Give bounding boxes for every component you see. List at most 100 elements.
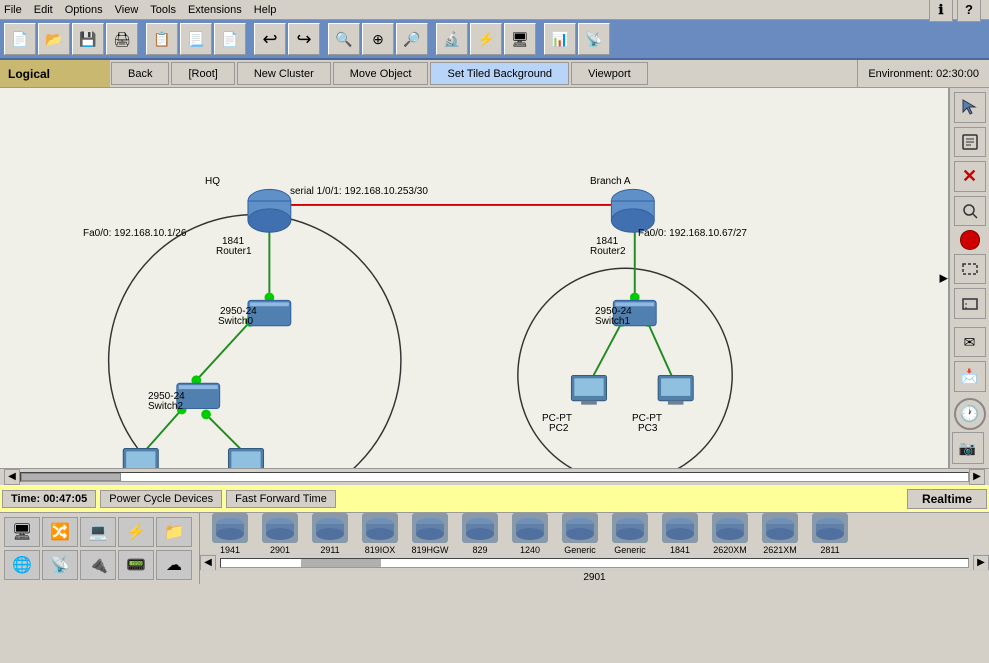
- folder-category[interactable]: 📁: [156, 517, 192, 547]
- device-819hgw-label: 819HGW: [411, 545, 448, 555]
- lightning-category[interactable]: ⚡: [118, 517, 154, 547]
- device-generic1[interactable]: Generic: [558, 513, 602, 554]
- device-2911[interactable]: 2911: [308, 513, 352, 554]
- horizontal-scrollbar[interactable]: ◀ ▶: [0, 468, 989, 484]
- redo-button[interactable]: ↪: [288, 23, 320, 55]
- topology-button[interactable]: 🖥: [504, 23, 536, 55]
- switch-category[interactable]: 🔀: [42, 517, 78, 547]
- delete-tool-button[interactable]: ✕: [954, 161, 986, 192]
- device-generic1-label: Generic: [564, 545, 596, 555]
- device-1240[interactable]: 1240: [508, 513, 552, 554]
- device-829-icon: [462, 513, 498, 543]
- fast-forward-button[interactable]: Fast Forward Time: [226, 490, 336, 508]
- print-button[interactable]: 🖨: [106, 23, 138, 55]
- move-object-button[interactable]: Move Object: [333, 62, 429, 85]
- menu-help[interactable]: Help: [254, 4, 277, 16]
- device-1240-label: 1240: [520, 545, 540, 555]
- help-button[interactable]: ?: [957, 0, 981, 22]
- device-2911-icon: [312, 513, 348, 543]
- device-2901-icon: [262, 513, 298, 543]
- device-829[interactable]: 829: [458, 513, 502, 554]
- cloud-category[interactable]: 🌐: [4, 550, 40, 580]
- note-tool-button[interactable]: [954, 127, 986, 158]
- scroll-right-arrow[interactable]: ▶: [969, 469, 985, 485]
- scroll-right-arrow[interactable]: ▶: [940, 272, 948, 285]
- device-generic2-label: Generic: [614, 545, 646, 555]
- new-cluster-button[interactable]: New Cluster: [237, 62, 331, 85]
- device-2621xm[interactable]: 2621XM: [758, 513, 802, 554]
- statusbar: Time: 00:47:05 Power Cycle Devices Fast …: [0, 484, 989, 512]
- time-display: Time: 00:47:05: [2, 490, 96, 508]
- zoom-out-button[interactable]: 🔎: [396, 23, 428, 55]
- palette-scroll-left[interactable]: ◀: [200, 555, 216, 571]
- device-2621xm-label: 2621XM: [763, 545, 797, 555]
- undo-button[interactable]: ↩: [254, 23, 286, 55]
- custom1-button[interactable]: 📊: [544, 23, 576, 55]
- select-tool-button[interactable]: [954, 92, 986, 123]
- clipboard2-button[interactable]: 📃: [180, 23, 212, 55]
- device-819iox-icon: [362, 513, 398, 543]
- device-2811[interactable]: 2811: [808, 513, 852, 554]
- selected-device-label: 2901: [200, 570, 989, 584]
- new-button[interactable]: 📄: [4, 23, 36, 55]
- bottom-tool-button[interactable]: 📷: [952, 432, 984, 464]
- phone-category[interactable]: 📟: [118, 550, 154, 580]
- magnify-tool-button[interactable]: [954, 196, 986, 227]
- device-2911-label: 2911: [320, 545, 339, 555]
- device-generic2[interactable]: Generic: [608, 513, 652, 554]
- activity-button[interactable]: ⚡: [470, 23, 502, 55]
- cloud2-category[interactable]: ☁: [156, 550, 192, 580]
- wireless-category[interactable]: 📡: [42, 550, 78, 580]
- move-tool-button[interactable]: [954, 288, 986, 319]
- clock-button[interactable]: 🕐: [954, 398, 986, 430]
- menu-options[interactable]: Options: [65, 4, 103, 16]
- palette-scroll-track[interactable]: [220, 558, 969, 568]
- root-button[interactable]: [Root]: [171, 62, 234, 85]
- zoom-in-button[interactable]: 🔍: [328, 23, 360, 55]
- device-819hgw[interactable]: 819HGW: [408, 513, 452, 554]
- menu-view[interactable]: View: [115, 4, 139, 16]
- router-category[interactable]: 🖥: [4, 517, 40, 547]
- power-cycle-button[interactable]: Power Cycle Devices: [100, 490, 222, 508]
- device-819iox-label: 819IOX: [365, 545, 396, 555]
- palette-categories: 🖥 🔀 💻 ⚡ 📁 🌐 📡 🔌 📟 ☁: [0, 513, 200, 584]
- network-diagram: [0, 88, 948, 468]
- menu-file[interactable]: File: [4, 4, 22, 16]
- network-canvas[interactable]: HQ Branch A serial 1/0/1: 192.168.10.253…: [0, 88, 949, 468]
- realtime-label: Realtime: [907, 489, 987, 509]
- back-button[interactable]: Back: [111, 62, 169, 85]
- device-2620xm[interactable]: 2620XM: [708, 513, 752, 554]
- menu-extensions[interactable]: Extensions: [188, 4, 242, 16]
- scroll-track[interactable]: [20, 472, 969, 482]
- palette-scroll-thumb[interactable]: [301, 559, 381, 567]
- device-819iox[interactable]: 819IOX: [358, 513, 402, 554]
- device-list: 1941 2901 2911 819IOX: [200, 513, 989, 554]
- device-1240-icon: [512, 513, 548, 543]
- palette-scroll-right[interactable]: ▶: [973, 555, 989, 571]
- menu-edit[interactable]: Edit: [34, 4, 53, 16]
- inspect-button[interactable]: 🔬: [436, 23, 468, 55]
- info-button[interactable]: ℹ: [929, 0, 953, 22]
- zoom-reset-button[interactable]: ⊕: [362, 23, 394, 55]
- menu-tools[interactable]: Tools: [150, 4, 176, 16]
- custom2-button[interactable]: 📡: [578, 23, 610, 55]
- scroll-thumb[interactable]: [21, 473, 121, 481]
- pc-category[interactable]: 💻: [80, 517, 116, 547]
- rect-tool-button[interactable]: [954, 254, 986, 285]
- scroll-left-arrow[interactable]: ◀: [4, 469, 20, 485]
- device-1941[interactable]: 1941: [208, 513, 252, 554]
- cable-category[interactable]: 🔌: [80, 550, 116, 580]
- mail-button[interactable]: ✉: [954, 327, 986, 358]
- clipboard1-button[interactable]: 📋: [146, 23, 178, 55]
- open-button[interactable]: 📂: [38, 23, 70, 55]
- device-1841[interactable]: 1841: [658, 513, 702, 554]
- palette-scrollbar[interactable]: ◀ ▶: [200, 554, 989, 570]
- device-palette: 🖥 🔀 💻 ⚡ 📁 🌐 📡 🔌 📟 ☁ 1941 2901: [0, 512, 989, 584]
- viewport-button[interactable]: Viewport: [571, 62, 648, 85]
- mail2-button[interactable]: 📩: [954, 361, 986, 392]
- save-button[interactable]: 💾: [72, 23, 104, 55]
- clipboard3-button[interactable]: 📄: [214, 23, 246, 55]
- red-dot-button[interactable]: [960, 230, 980, 249]
- device-2901[interactable]: 2901: [258, 513, 302, 554]
- set-tiled-bg-button[interactable]: Set Tiled Background: [430, 62, 569, 85]
